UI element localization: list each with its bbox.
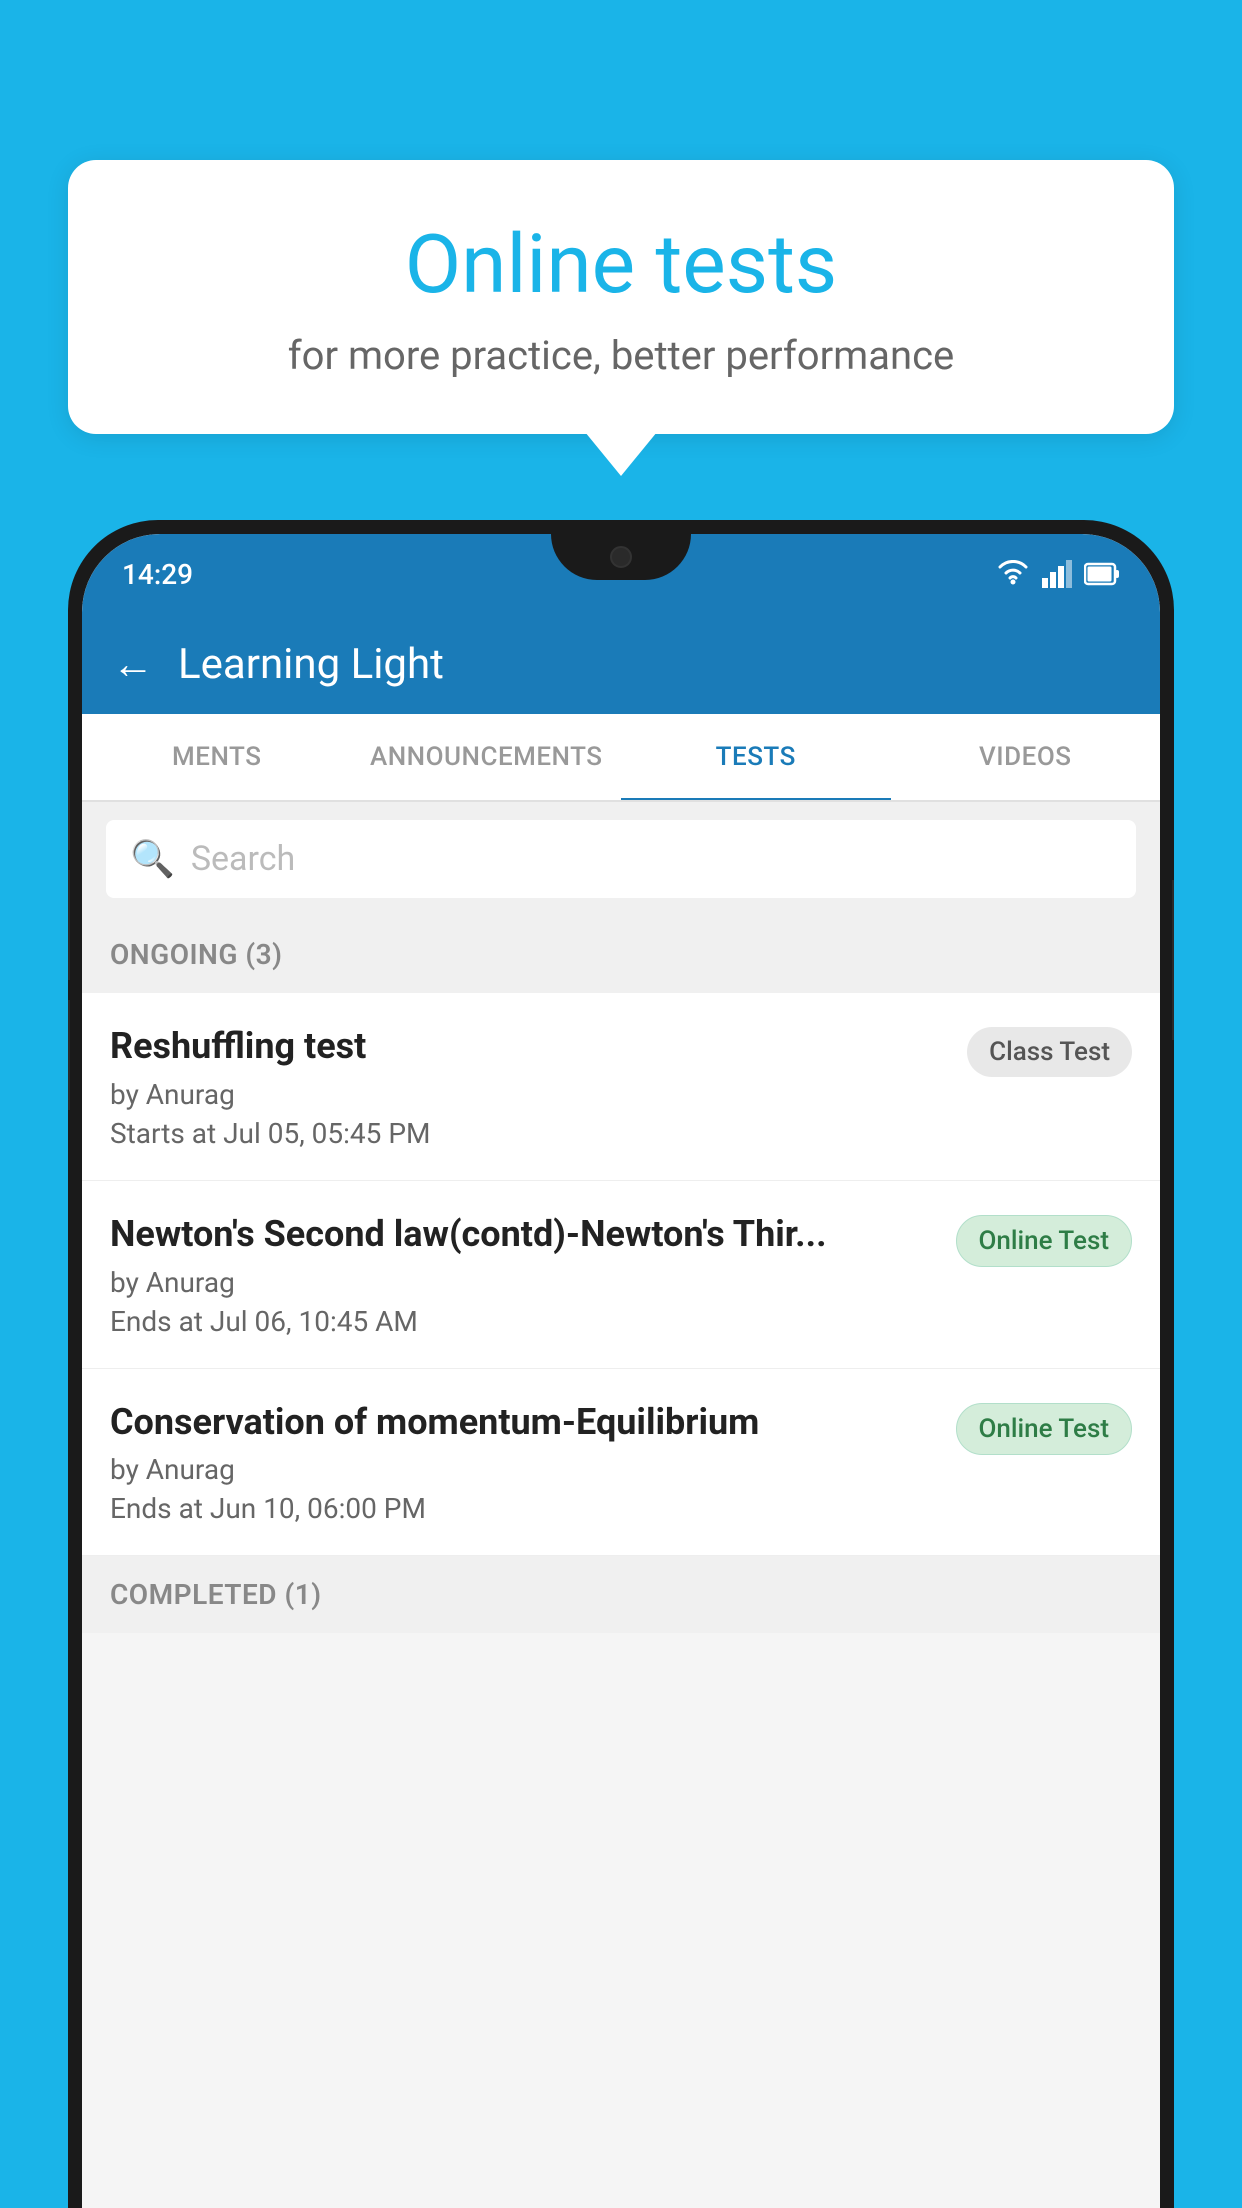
test-item-date: Ends at Jul 06, 10:45 AM <box>110 1305 940 1338</box>
test-item-content: Reshuffling test by Anurag Starts at Jul… <box>110 1023 951 1150</box>
status-icons <box>996 560 1120 588</box>
ongoing-section-header: ONGOING (3) <box>82 916 1160 993</box>
app-bar: ← Learning Light <box>82 614 1160 714</box>
phone-side-btn-power <box>1172 880 1174 1040</box>
bubble-title: Online tests <box>118 220 1124 310</box>
test-item-title: Reshuffling test <box>110 1023 951 1070</box>
test-item-date: Starts at Jul 05, 05:45 PM <box>110 1117 951 1150</box>
camera <box>610 546 632 568</box>
back-button[interactable]: ← <box>112 640 154 689</box>
test-item[interactable]: Reshuffling test by Anurag Starts at Jul… <box>82 993 1160 1181</box>
test-item-content: Conservation of momentum-Equilibrium by … <box>110 1399 940 1526</box>
wifi-icon <box>996 560 1030 588</box>
completed-section-header: COMPLETED (1) <box>82 1556 1160 1633</box>
test-item[interactable]: Conservation of momentum-Equilibrium by … <box>82 1369 1160 1557</box>
test-item[interactable]: Newton's Second law(contd)-Newton's Thir… <box>82 1181 1160 1369</box>
test-item-author: by Anurag <box>110 1453 940 1486</box>
test-badge-online-2: Online Test <box>956 1403 1133 1455</box>
phone-side-btn-extra <box>68 1000 70 1110</box>
phone-frame: 14:29 <box>68 520 1174 2208</box>
phone-side-btn-vol-down <box>68 870 70 980</box>
tab-ments[interactable]: MENTS <box>82 714 352 800</box>
status-bar: 14:29 <box>82 534 1160 614</box>
tab-tests[interactable]: TESTS <box>621 714 891 800</box>
signal-icon <box>1042 560 1072 588</box>
search-placeholder: Search <box>191 839 295 879</box>
test-badge-online: Online Test <box>956 1215 1133 1267</box>
search-bar[interactable]: 🔍 Search <box>106 820 1136 898</box>
tab-videos[interactable]: VIDEOS <box>891 714 1161 800</box>
battery-icon <box>1084 560 1120 588</box>
notch <box>551 534 691 580</box>
phone-side-btn-vol-up <box>68 780 70 850</box>
bubble-subtitle: for more practice, better performance <box>118 332 1124 379</box>
phone-screen: 14:29 <box>82 534 1160 2208</box>
search-container: 🔍 Search <box>82 802 1160 916</box>
tab-announcements[interactable]: ANNOUNCEMENTS <box>352 714 622 800</box>
app-bar-title: Learning Light <box>178 640 444 689</box>
test-item-author: by Anurag <box>110 1078 951 1111</box>
test-item-date: Ends at Jun 10, 06:00 PM <box>110 1492 940 1525</box>
test-badge-class: Class Test <box>967 1027 1132 1077</box>
test-item-content: Newton's Second law(contd)-Newton's Thir… <box>110 1211 940 1338</box>
speech-bubble: Online tests for more practice, better p… <box>68 160 1174 434</box>
status-time: 14:29 <box>122 558 193 591</box>
test-item-author: by Anurag <box>110 1266 940 1299</box>
test-item-title: Newton's Second law(contd)-Newton's Thir… <box>110 1211 940 1258</box>
test-item-title: Conservation of momentum-Equilibrium <box>110 1399 940 1446</box>
tabs-container: MENTS ANNOUNCEMENTS TESTS VIDEOS <box>82 714 1160 802</box>
search-icon: 🔍 <box>130 838 175 880</box>
